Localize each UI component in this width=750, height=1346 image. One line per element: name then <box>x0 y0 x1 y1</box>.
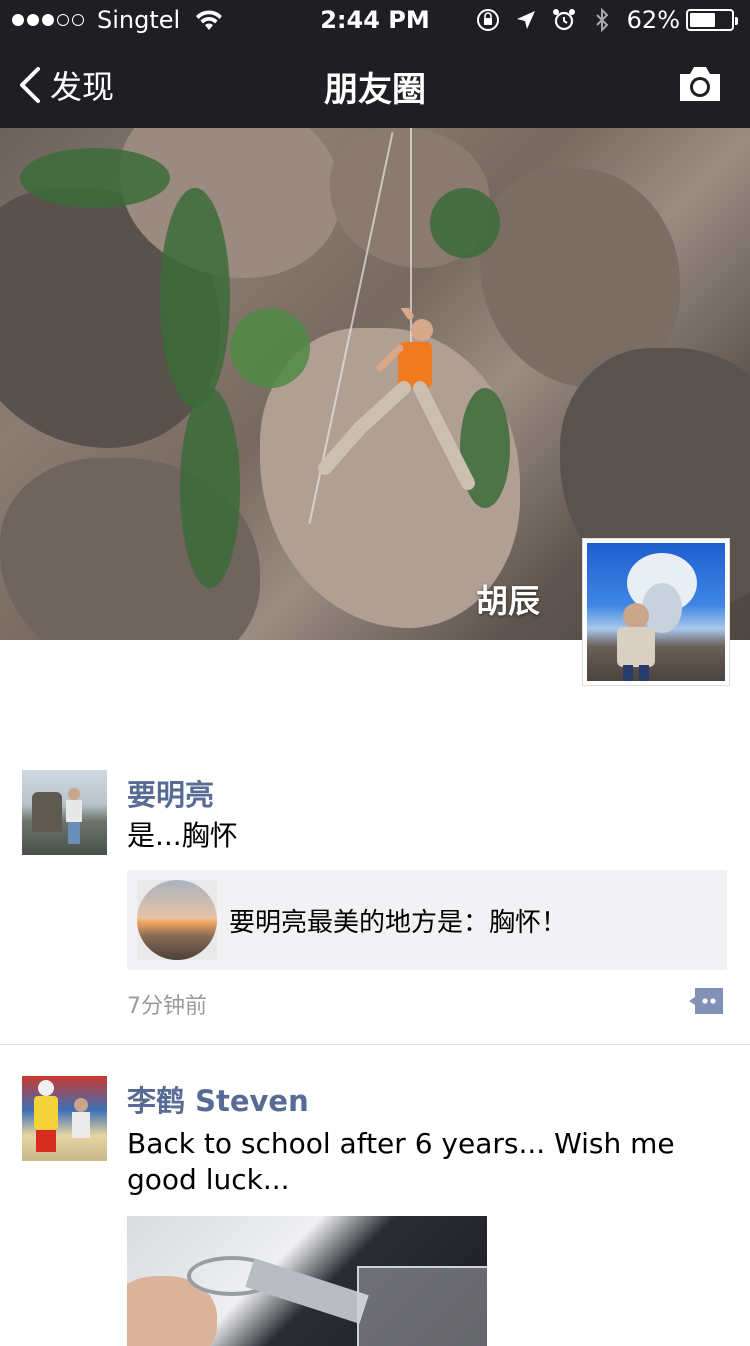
bluetooth-icon <box>595 7 609 33</box>
moment-post: 李鹤 Steven Back to school after 6 years..… <box>0 1076 750 1346</box>
battery-percent: 62% <box>626 6 680 34</box>
location-arrow-icon <box>516 11 535 29</box>
link-title: 要明亮最美的地方是：胸怀！ <box>229 907 568 938</box>
owner-avatar[interactable] <box>582 538 730 686</box>
cover-owner-name[interactable]: 胡辰 <box>476 576 540 622</box>
post-text: Back to school after 6 years... Wish me … <box>127 1127 675 1196</box>
link-card[interactable]: 要明亮最美的地方是：胸怀！ <box>127 870 727 970</box>
post-author[interactable]: 李鹤 Steven <box>127 1078 309 1120</box>
camera-icon[interactable] <box>676 64 724 104</box>
alarm-icon <box>552 9 575 31</box>
orientation-lock-icon <box>476 9 499 31</box>
battery-icon <box>686 9 738 31</box>
post-time: 7分钟前 <box>127 994 207 1019</box>
page-title: 朋友圈 <box>324 70 426 110</box>
post-divider <box>0 1044 750 1045</box>
battery-fill <box>690 13 715 27</box>
post-author[interactable]: 要明亮 <box>127 772 214 814</box>
link-thumbnail <box>137 880 217 960</box>
avatar[interactable] <box>22 770 107 855</box>
avatar[interactable] <box>22 1076 107 1161</box>
status-bar: Singtel 2:44 PM 62% <box>0 0 750 40</box>
comment-icon[interactable] <box>689 986 725 1016</box>
climber-figure <box>318 308 475 490</box>
post-text: 是...胸怀 <box>127 819 238 852</box>
navigation-bar: 发现 朋友圈 <box>0 40 750 128</box>
post-photo[interactable] <box>127 1216 487 1346</box>
moment-post: 要明亮 是...胸怀 要明亮最美的地方是：胸怀！ 7分钟前 <box>0 770 750 1040</box>
